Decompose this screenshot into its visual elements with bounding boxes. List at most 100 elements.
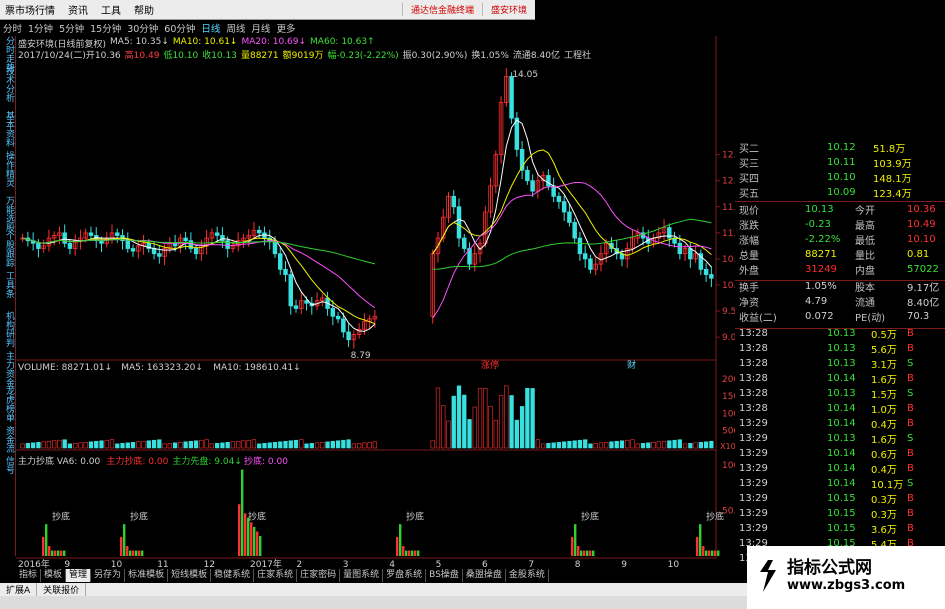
volume-bar: [667, 440, 672, 449]
limit-up-marker[interactable]: 涨停: [481, 359, 499, 371]
x-axis-label: 10: [668, 560, 680, 568]
side-tab[interactable]: 基本资料: [2, 111, 14, 147]
tick-row: 13:29 10.14 0.6万 B: [735, 446, 945, 461]
indicator-tab[interactable]: 模板: [41, 569, 67, 582]
side-tab[interactable]: 操作精灵: [2, 151, 14, 187]
indicator-tab[interactable]: 量图系统: [340, 569, 384, 582]
period-tab[interactable]: 30分钟: [124, 21, 161, 35]
indicator-tabs: 指标 模板 管理 另存为 标准模板 短线模板 稳健系统 庄家系统 庄家密码 量图系统 罗盘系统 BS操…: [16, 569, 746, 582]
volume-legend: MA5: 163323.20↓: [121, 363, 203, 373]
menu-help[interactable]: 帮助: [129, 2, 162, 17]
menu-market[interactable]: 票市场行情: [0, 2, 63, 17]
side-tab[interactable]: 技术分析: [2, 66, 14, 102]
volume-bar: [519, 406, 525, 449]
tick-side: B: [907, 403, 914, 414]
candle: [561, 201, 567, 213]
volume-bar: [367, 441, 372, 449]
volume-bar: [31, 442, 36, 449]
period-tab[interactable]: 周线: [223, 21, 248, 35]
tick-row: 13:29 10.15 0.3万 B: [735, 506, 945, 521]
volume-bar: [236, 440, 241, 449]
period-tab[interactable]: 1分钟: [25, 21, 56, 35]
period-tab[interactable]: 分时: [0, 21, 25, 35]
indicator-tab[interactable]: 庄家密码: [297, 569, 341, 582]
stat-label: 换手: [739, 283, 759, 294]
indicator-tab[interactable]: 短线模板: [168, 569, 212, 582]
candle: [283, 268, 288, 275]
side-tab[interactable]: 机构研判: [2, 311, 14, 347]
side-tab[interactable]: 万能选股: [2, 196, 14, 232]
indicator-tab[interactable]: 管理: [66, 569, 92, 582]
side-tab[interactable]: 工具条: [2, 271, 14, 298]
volume-bar: [341, 439, 346, 449]
volume-bar: [172, 442, 178, 449]
stat-label: 最低: [855, 236, 875, 247]
stat-value: 0.81: [907, 249, 930, 260]
indicator-tab[interactable]: 庄家系统: [254, 569, 298, 582]
side-tab[interactable]: 个股跟踪: [2, 231, 14, 267]
menu-tools[interactable]: 工具: [96, 2, 129, 17]
side-tab[interactable]: 信号: [2, 456, 14, 474]
signal-bar: [402, 546, 405, 556]
indicator-tab[interactable]: 另存为: [91, 569, 126, 582]
indicator-tab[interactable]: 罗盘系统: [383, 569, 427, 582]
price-tick-label: 9.00: [722, 333, 735, 343]
indicator-tab[interactable]: 稳健系统: [211, 569, 255, 582]
signal-bar: [60, 550, 63, 556]
signal-bar: [702, 546, 705, 556]
side-tab[interactable]: 主力资金: [2, 351, 14, 387]
signal-label: 抄底: [130, 511, 148, 523]
signal-bar: [120, 536, 123, 556]
volume-bar: [451, 395, 456, 449]
volume-bar: [141, 440, 146, 449]
indicator-tab[interactable]: 指标: [16, 569, 42, 582]
finance-marker[interactable]: 财: [627, 359, 636, 371]
volume-bar: [604, 441, 609, 449]
period-tab[interactable]: 15分钟: [87, 21, 124, 35]
tick-volume: 1.5万: [871, 390, 897, 401]
stat-label: 量比: [855, 251, 875, 262]
book-volume: 148.1万: [873, 174, 912, 185]
side-tab[interactable]: 资金流: [2, 426, 14, 453]
tick-price: 10.13: [827, 343, 856, 354]
indicator-tab[interactable]: 标准模板: [125, 569, 169, 582]
tick-time: 13:28: [739, 373, 768, 384]
signal-bar: [135, 550, 138, 556]
volume-bar: [167, 443, 172, 449]
tick-row: 13:29 10.15 0.3万 B: [735, 491, 945, 506]
period-tab[interactable]: 5分钟: [56, 21, 87, 35]
side-tab[interactable]: 龙虎榜单: [2, 386, 14, 422]
period-tab[interactable]: 月线: [248, 21, 273, 35]
indicator-tab[interactable]: 金股系统: [506, 569, 549, 582]
status-linked-quote[interactable]: 关联报价: [37, 583, 87, 596]
candle: [709, 274, 714, 279]
status-ext-a[interactable]: 扩展A: [0, 583, 38, 596]
tick-row: 13:29 10.13 1.6万 S: [735, 431, 945, 446]
volume-bar: [682, 443, 688, 449]
signal-bar: [132, 550, 135, 556]
period-tab[interactable]: 60分钟: [161, 21, 198, 35]
promo-terminal-link[interactable]: 通达信金融终端: [401, 3, 482, 16]
stat-value: 10.49: [907, 219, 936, 230]
price-tick-label: 12.00: [722, 177, 735, 187]
period-tab[interactable]: 日线: [198, 21, 223, 35]
candle: [278, 253, 283, 270]
kline-chart[interactable]: 12.50 12.00 11.50 11.00 10.50 10.00 9.50 9.00 20…: [16, 36, 735, 568]
volume-bar: [472, 406, 477, 449]
volume-bar: [130, 441, 136, 449]
candle: [577, 237, 583, 255]
volume-bar: [299, 439, 304, 449]
tick-side: B: [907, 508, 914, 519]
period-tab[interactable]: 更多: [273, 21, 298, 35]
indicator-tab[interactable]: BS操盘: [426, 569, 463, 582]
promo-stock-link[interactable]: 盛安环境: [481, 3, 535, 16]
x-axis-label: 6: [482, 560, 488, 568]
volume-bar: [104, 439, 109, 449]
tick-row: 13:29 10.14 0.4万 B: [735, 416, 945, 431]
tick-volume: 0.3万: [871, 510, 897, 521]
volume-tick-label: 5000: [722, 427, 735, 437]
menu-news[interactable]: 资讯: [63, 2, 96, 17]
signal-label: 抄底: [52, 511, 70, 523]
stat-label: 股本: [855, 283, 875, 294]
indicator-tab[interactable]: 桑盟操盘: [463, 569, 506, 582]
